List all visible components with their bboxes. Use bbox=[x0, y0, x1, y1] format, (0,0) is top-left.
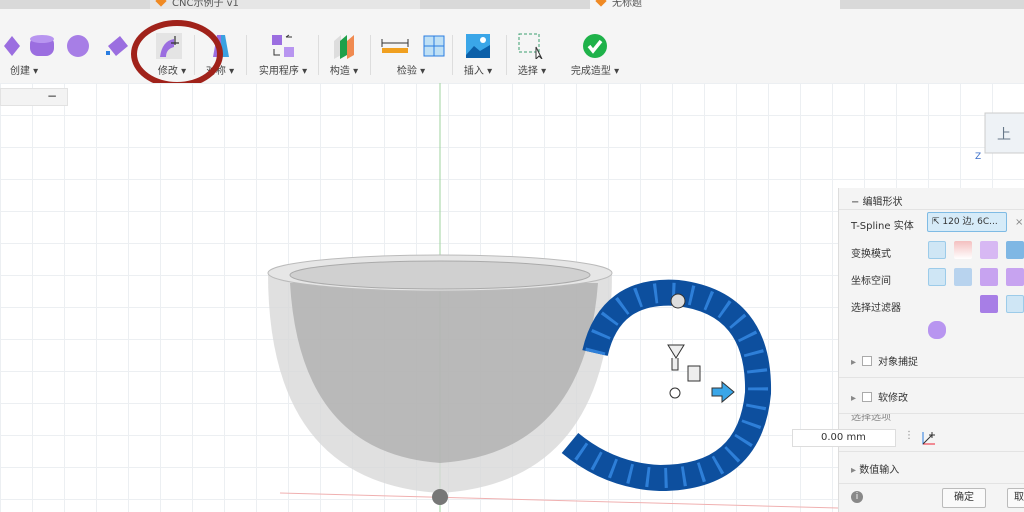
selection-options-label: 选择选项 bbox=[851, 414, 891, 423]
all-filter-icon[interactable] bbox=[1006, 295, 1024, 313]
multi-transform-icon[interactable] bbox=[928, 241, 946, 259]
info-icon[interactable]: i bbox=[851, 491, 863, 503]
distance-input[interactable]: 0.00 mm bbox=[792, 429, 896, 447]
panel-title: 编辑形状 bbox=[862, 197, 903, 208]
tab-untitled[interactable]: 无标题 bbox=[590, 0, 840, 9]
inspect-label: 检验 ▾ bbox=[396, 66, 426, 77]
tspline-handle bbox=[561, 279, 772, 492]
select-group[interactable]: 选择 ▾ bbox=[510, 29, 554, 81]
view-space-icon[interactable] bbox=[954, 268, 972, 286]
edit-form-panel: − 编辑形状 T-Spline 实体 ⇱ 120 边, 6C... × 变换模式… bbox=[838, 188, 1024, 512]
panel-header: − 编辑形状 bbox=[839, 188, 1024, 210]
construct-group[interactable]: 构造 ▾ bbox=[322, 29, 366, 81]
distance-value: 0.00 mm bbox=[821, 432, 866, 443]
fusion-cube-icon bbox=[595, 0, 607, 7]
soft-modify-section[interactable]: ▸ 软修改 bbox=[839, 378, 1024, 414]
svg-text:Z: Z bbox=[975, 152, 981, 162]
highlight-circle bbox=[131, 20, 223, 88]
numeric-input-section[interactable]: ▸ 数值输入 bbox=[839, 452, 1024, 484]
tspline-selection[interactable]: ⇱ 120 边, 6C... bbox=[927, 212, 1007, 232]
tspline-label: T-Spline 实体 bbox=[851, 221, 914, 232]
coordinate-triad-icon[interactable] bbox=[920, 430, 936, 446]
inspect-measure-icon bbox=[381, 35, 445, 57]
object-snap-checkbox[interactable] bbox=[862, 356, 873, 366]
tspline-value: 120 边, 6C... bbox=[942, 217, 998, 227]
inspect-group[interactable]: 检验 ▾ bbox=[374, 29, 448, 81]
viewcube: 上Z bbox=[975, 112, 1024, 162]
insert-label: 插入 ▾ bbox=[463, 66, 493, 77]
ok-button[interactable]: 确定 bbox=[942, 488, 986, 508]
transform-mode-label: 变换模式 bbox=[851, 249, 891, 260]
create-label: 创建 ▾ bbox=[10, 66, 39, 77]
input-options-icon[interactable]: ⋮ bbox=[904, 430, 914, 441]
create-shapes-icon bbox=[4, 35, 128, 57]
object-snap-section[interactable]: ▸ 对象捕捉 bbox=[839, 344, 1024, 378]
translate-icon[interactable] bbox=[954, 241, 972, 259]
numeric-input-label: 数值输入 bbox=[859, 465, 900, 476]
utilities-label: 实用程序 ▾ bbox=[258, 66, 308, 77]
fusion-cube-icon bbox=[155, 0, 167, 7]
collapse-button[interactable]: − bbox=[47, 89, 57, 103]
soft-modify-label: 软修改 bbox=[878, 393, 909, 404]
object-snap-label: 对象捕捉 bbox=[878, 357, 919, 368]
utilities-icon bbox=[272, 34, 294, 57]
face-filter-icon[interactable] bbox=[980, 295, 998, 313]
insert-image-icon bbox=[466, 34, 490, 58]
finish-label: 完成造型 ▾ bbox=[570, 66, 620, 77]
finish-form-button[interactable]: 完成造型 ▾ bbox=[562, 29, 628, 81]
soft-modify-checkbox[interactable] bbox=[862, 392, 873, 402]
scale-icon[interactable] bbox=[1006, 241, 1024, 259]
clear-selection-button[interactable]: × bbox=[1015, 217, 1023, 228]
local-space-icon[interactable] bbox=[980, 268, 998, 286]
select-box-icon bbox=[518, 33, 543, 59]
svg-text:上: 上 bbox=[997, 127, 1011, 143]
rotate-icon[interactable] bbox=[980, 241, 998, 259]
ok-label: 确定 bbox=[954, 492, 974, 503]
create-group[interactable]: 创建 ▾ bbox=[0, 29, 140, 81]
tab-cnc[interactable]: CNC示例子 v1 bbox=[150, 0, 420, 9]
vertex-filter-icon[interactable] bbox=[928, 295, 946, 313]
tab-label: 无标题 bbox=[612, 0, 642, 9]
selection-filter-label: 选择过滤器 bbox=[851, 303, 901, 314]
check-icon bbox=[583, 34, 607, 58]
world-space-icon[interactable] bbox=[928, 268, 946, 286]
coord-space-label: 坐标空间 bbox=[851, 276, 891, 287]
insert-group[interactable]: 插入 ▾ bbox=[456, 29, 500, 81]
construct-plane-icon bbox=[334, 35, 354, 59]
cup-body bbox=[267, 254, 613, 505]
cancel-label: 取消 bbox=[1014, 492, 1024, 503]
body-filter-icon[interactable] bbox=[928, 321, 946, 339]
document-tab-bar: CNC示例子 v1 无标题 bbox=[0, 0, 1024, 9]
select-label: 选择 ▾ bbox=[517, 66, 547, 77]
per-face-space-icon[interactable] bbox=[1006, 268, 1024, 286]
browser-panel[interactable]: − bbox=[0, 88, 68, 106]
cancel-button[interactable]: 取消 bbox=[1007, 488, 1024, 508]
edge-filter-icon[interactable] bbox=[954, 295, 972, 313]
utilities-group[interactable]: 实用程序 ▾ bbox=[252, 29, 314, 81]
tab-label: CNC示例子 v1 bbox=[172, 0, 239, 9]
construct-label: 构造 ▾ bbox=[329, 66, 359, 77]
